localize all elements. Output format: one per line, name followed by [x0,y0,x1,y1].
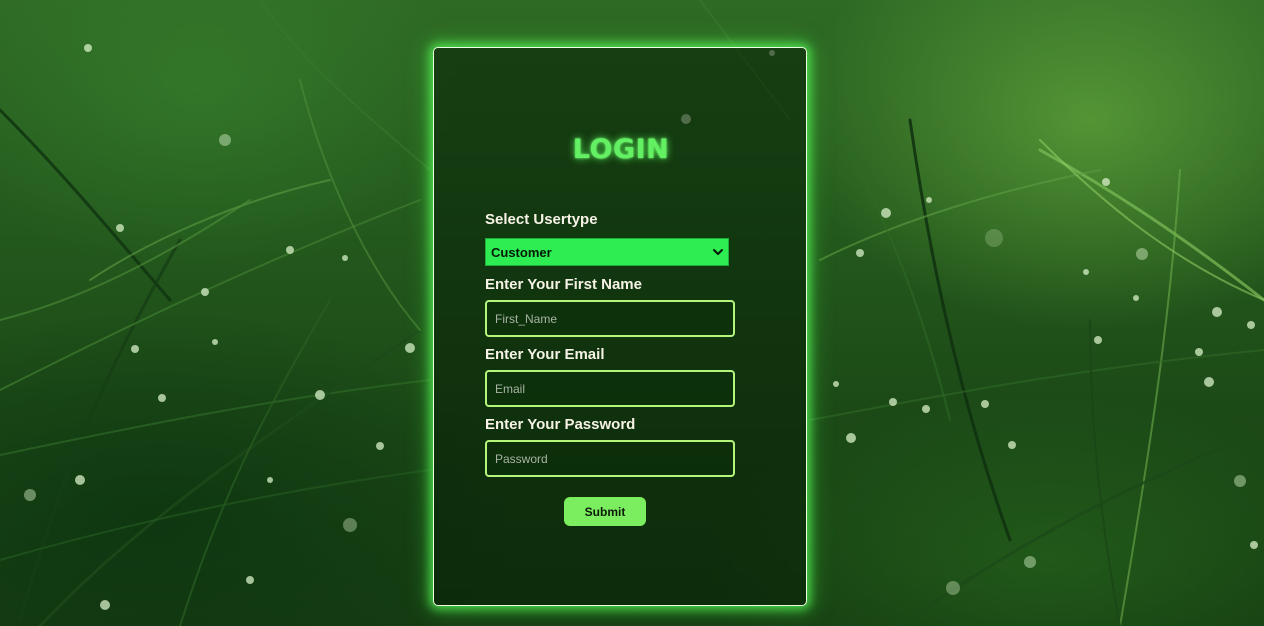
usertype-selected-value: Customer [491,244,552,260]
password-label: Enter Your Password [485,416,636,433]
usertype-label: Select Usertype [485,211,598,228]
email-input[interactable] [485,370,735,407]
email-label: Enter Your Email [485,346,605,363]
chevron-down-icon [713,249,723,255]
password-input[interactable] [485,440,735,477]
first-name-input[interactable] [485,300,735,337]
login-card: LOGIN Select Usertype Customer Enter You… [433,47,807,606]
usertype-select[interactable]: Customer [485,238,729,266]
first-name-label: Enter Your First Name [485,276,642,293]
submit-button[interactable]: Submit [564,497,646,526]
login-title: LOGIN [572,134,670,165]
